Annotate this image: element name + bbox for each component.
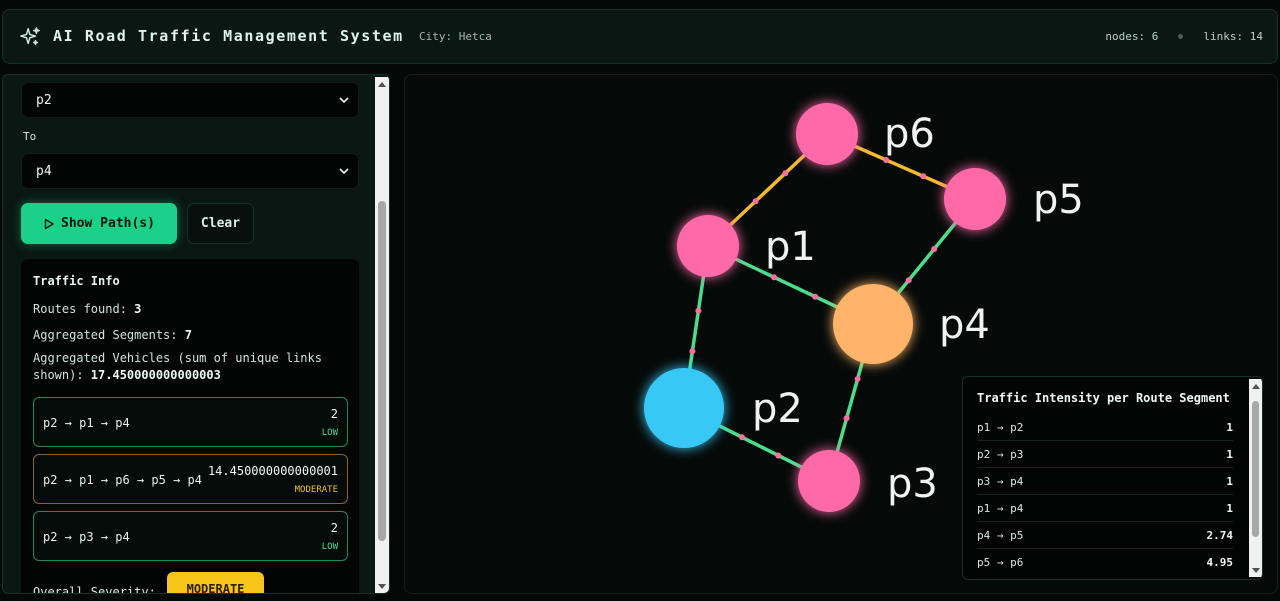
intensity-row: p1 → p4 1 xyxy=(977,495,1233,522)
traffic-intensity-panel: Traffic Intensity per Route Segment p1 →… xyxy=(962,376,1263,580)
nodes-count: nodes: 6 xyxy=(1105,30,1159,43)
node-p6[interactable] xyxy=(796,103,858,165)
scroll-up-arrow[interactable] xyxy=(1249,379,1262,393)
city-label: City: Hetca xyxy=(419,30,492,43)
scroll-down-arrow[interactable] xyxy=(375,579,389,593)
route-card[interactable]: p2 → p1 → p6 → p5 → p4 14.45000000000000… xyxy=(33,454,348,504)
node-p1[interactable] xyxy=(677,215,739,277)
intensity-value: 1 xyxy=(1226,474,1233,488)
node-label-p6: p6 xyxy=(884,111,935,157)
node-p2[interactable] xyxy=(644,368,724,448)
edge-marker xyxy=(843,415,850,422)
intensity-segment: p2 → p3 xyxy=(977,447,1024,461)
node-p5[interactable] xyxy=(944,168,1006,230)
intensity-row: p3 → p4 1 xyxy=(977,468,1233,495)
links-count: links: 14 xyxy=(1203,30,1263,43)
node-label-p2: p2 xyxy=(752,386,803,432)
from-select[interactable]: p2 xyxy=(21,82,359,118)
routes-found: Routes found: 3 xyxy=(33,302,142,316)
edge-marker xyxy=(931,246,938,252)
overall-severity-badge: MODERATE xyxy=(167,572,264,593)
show-paths-label: Show Path(s) xyxy=(61,216,155,231)
intensity-segment: p4 → p5 xyxy=(977,528,1024,542)
intensity-segment: p3 → p4 xyxy=(977,474,1024,488)
edge-marker xyxy=(739,434,745,441)
scrollbar-thumb[interactable] xyxy=(1252,401,1259,537)
intensity-value: 1 xyxy=(1226,501,1233,515)
edge-marker xyxy=(905,277,912,284)
chevron-down-icon xyxy=(339,97,349,104)
intensity-segment: p1 → p4 xyxy=(977,501,1024,515)
edge-marker xyxy=(782,170,789,177)
route-severity: MODERATE xyxy=(294,485,338,495)
route-path: p2 → p3 → p4 xyxy=(43,530,130,544)
intensity-value: 4.95 xyxy=(1206,556,1234,569)
stats-separator xyxy=(1178,34,1184,39)
node-label-p1: p1 xyxy=(765,224,816,270)
route-card[interactable]: p2 → p1 → p4 2 LOW xyxy=(33,397,348,447)
scroll-down-arrow[interactable] xyxy=(1249,563,1262,577)
intensity-value: 2.74 xyxy=(1206,528,1234,542)
sparkles-icon xyxy=(20,27,40,46)
node-label-p4: p4 xyxy=(939,302,990,348)
scrollbar-thumb[interactable] xyxy=(378,201,386,541)
from-select-value: p2 xyxy=(36,93,52,108)
route-value: 2 xyxy=(330,407,338,421)
aggregated-vehicles: Aggregated Vehicles (sum of unique links… xyxy=(33,351,322,382)
clear-button[interactable]: Clear xyxy=(187,203,254,244)
route-value: 2 xyxy=(330,521,338,535)
chevron-down-icon xyxy=(339,168,349,175)
intensity-scrollbar[interactable] xyxy=(1249,379,1262,577)
route-path: p2 → p1 → p6 → p5 → p4 xyxy=(43,473,202,487)
node-label-p5: p5 xyxy=(1033,177,1084,223)
app-header: AI Road Traffic Management System City: … xyxy=(2,9,1278,64)
edge-marker xyxy=(689,348,696,355)
to-select[interactable]: p4 xyxy=(21,153,359,189)
node-p4[interactable] xyxy=(833,284,913,364)
intensity-row: p1 → p2 1 xyxy=(977,414,1233,441)
traffic-info-title: Traffic Info xyxy=(33,274,120,288)
route-severity: LOW xyxy=(321,428,338,438)
edge-marker xyxy=(752,198,759,205)
traffic-intensity-title: Traffic Intensity per Route Segment xyxy=(977,391,1230,405)
sidebar-content: p2 To p4 Show Path(s) Clear Traffic Info… xyxy=(3,75,375,594)
route-severity: LOW xyxy=(321,542,338,552)
show-paths-button[interactable]: Show Path(s) xyxy=(21,203,177,244)
edge-marker xyxy=(771,274,777,281)
route-value: 14.450000000000001 xyxy=(207,464,338,478)
node-label-p3: p3 xyxy=(887,461,938,507)
edge-marker xyxy=(695,307,702,314)
to-select-value: p4 xyxy=(36,164,52,179)
overall-severity-label: Overall Severity: xyxy=(33,585,156,594)
intensity-segment: p1 → p2 xyxy=(977,420,1024,434)
intensity-row: p2 → p3 1 xyxy=(977,441,1233,468)
sidebar-scrollbar[interactable] xyxy=(375,77,389,593)
graph-stats: nodes: 6 links: 14 xyxy=(1105,30,1263,43)
intensity-value: 1 xyxy=(1226,447,1233,461)
intensity-row: p4 → p5 2.74 xyxy=(977,522,1233,549)
to-label: To xyxy=(23,130,37,143)
edge-marker xyxy=(775,452,782,459)
intensity-segment: p5 → p6 xyxy=(977,556,1024,569)
edge-marker xyxy=(883,157,890,163)
edge-marker xyxy=(812,293,819,300)
edge-marker xyxy=(920,173,927,180)
route-card[interactable]: p2 → p3 → p4 2 LOW xyxy=(33,511,348,561)
control-sidebar: p2 To p4 Show Path(s) Clear Traffic Info… xyxy=(2,74,390,594)
app-title: AI Road Traffic Management System xyxy=(53,27,404,45)
intensity-value: 1 xyxy=(1226,420,1233,434)
traffic-info-card: Traffic Info Routes found: 3 Aggregated … xyxy=(21,259,359,594)
route-path: p2 → p1 → p4 xyxy=(43,416,130,430)
edge-marker xyxy=(854,375,861,382)
scroll-up-arrow[interactable] xyxy=(375,77,389,91)
play-icon xyxy=(44,218,54,229)
intensity-row: p5 → p6 4.95 xyxy=(977,549,1233,576)
aggregated-segments: Aggregated Segments: 7 xyxy=(33,328,192,342)
node-p3[interactable] xyxy=(798,450,860,512)
